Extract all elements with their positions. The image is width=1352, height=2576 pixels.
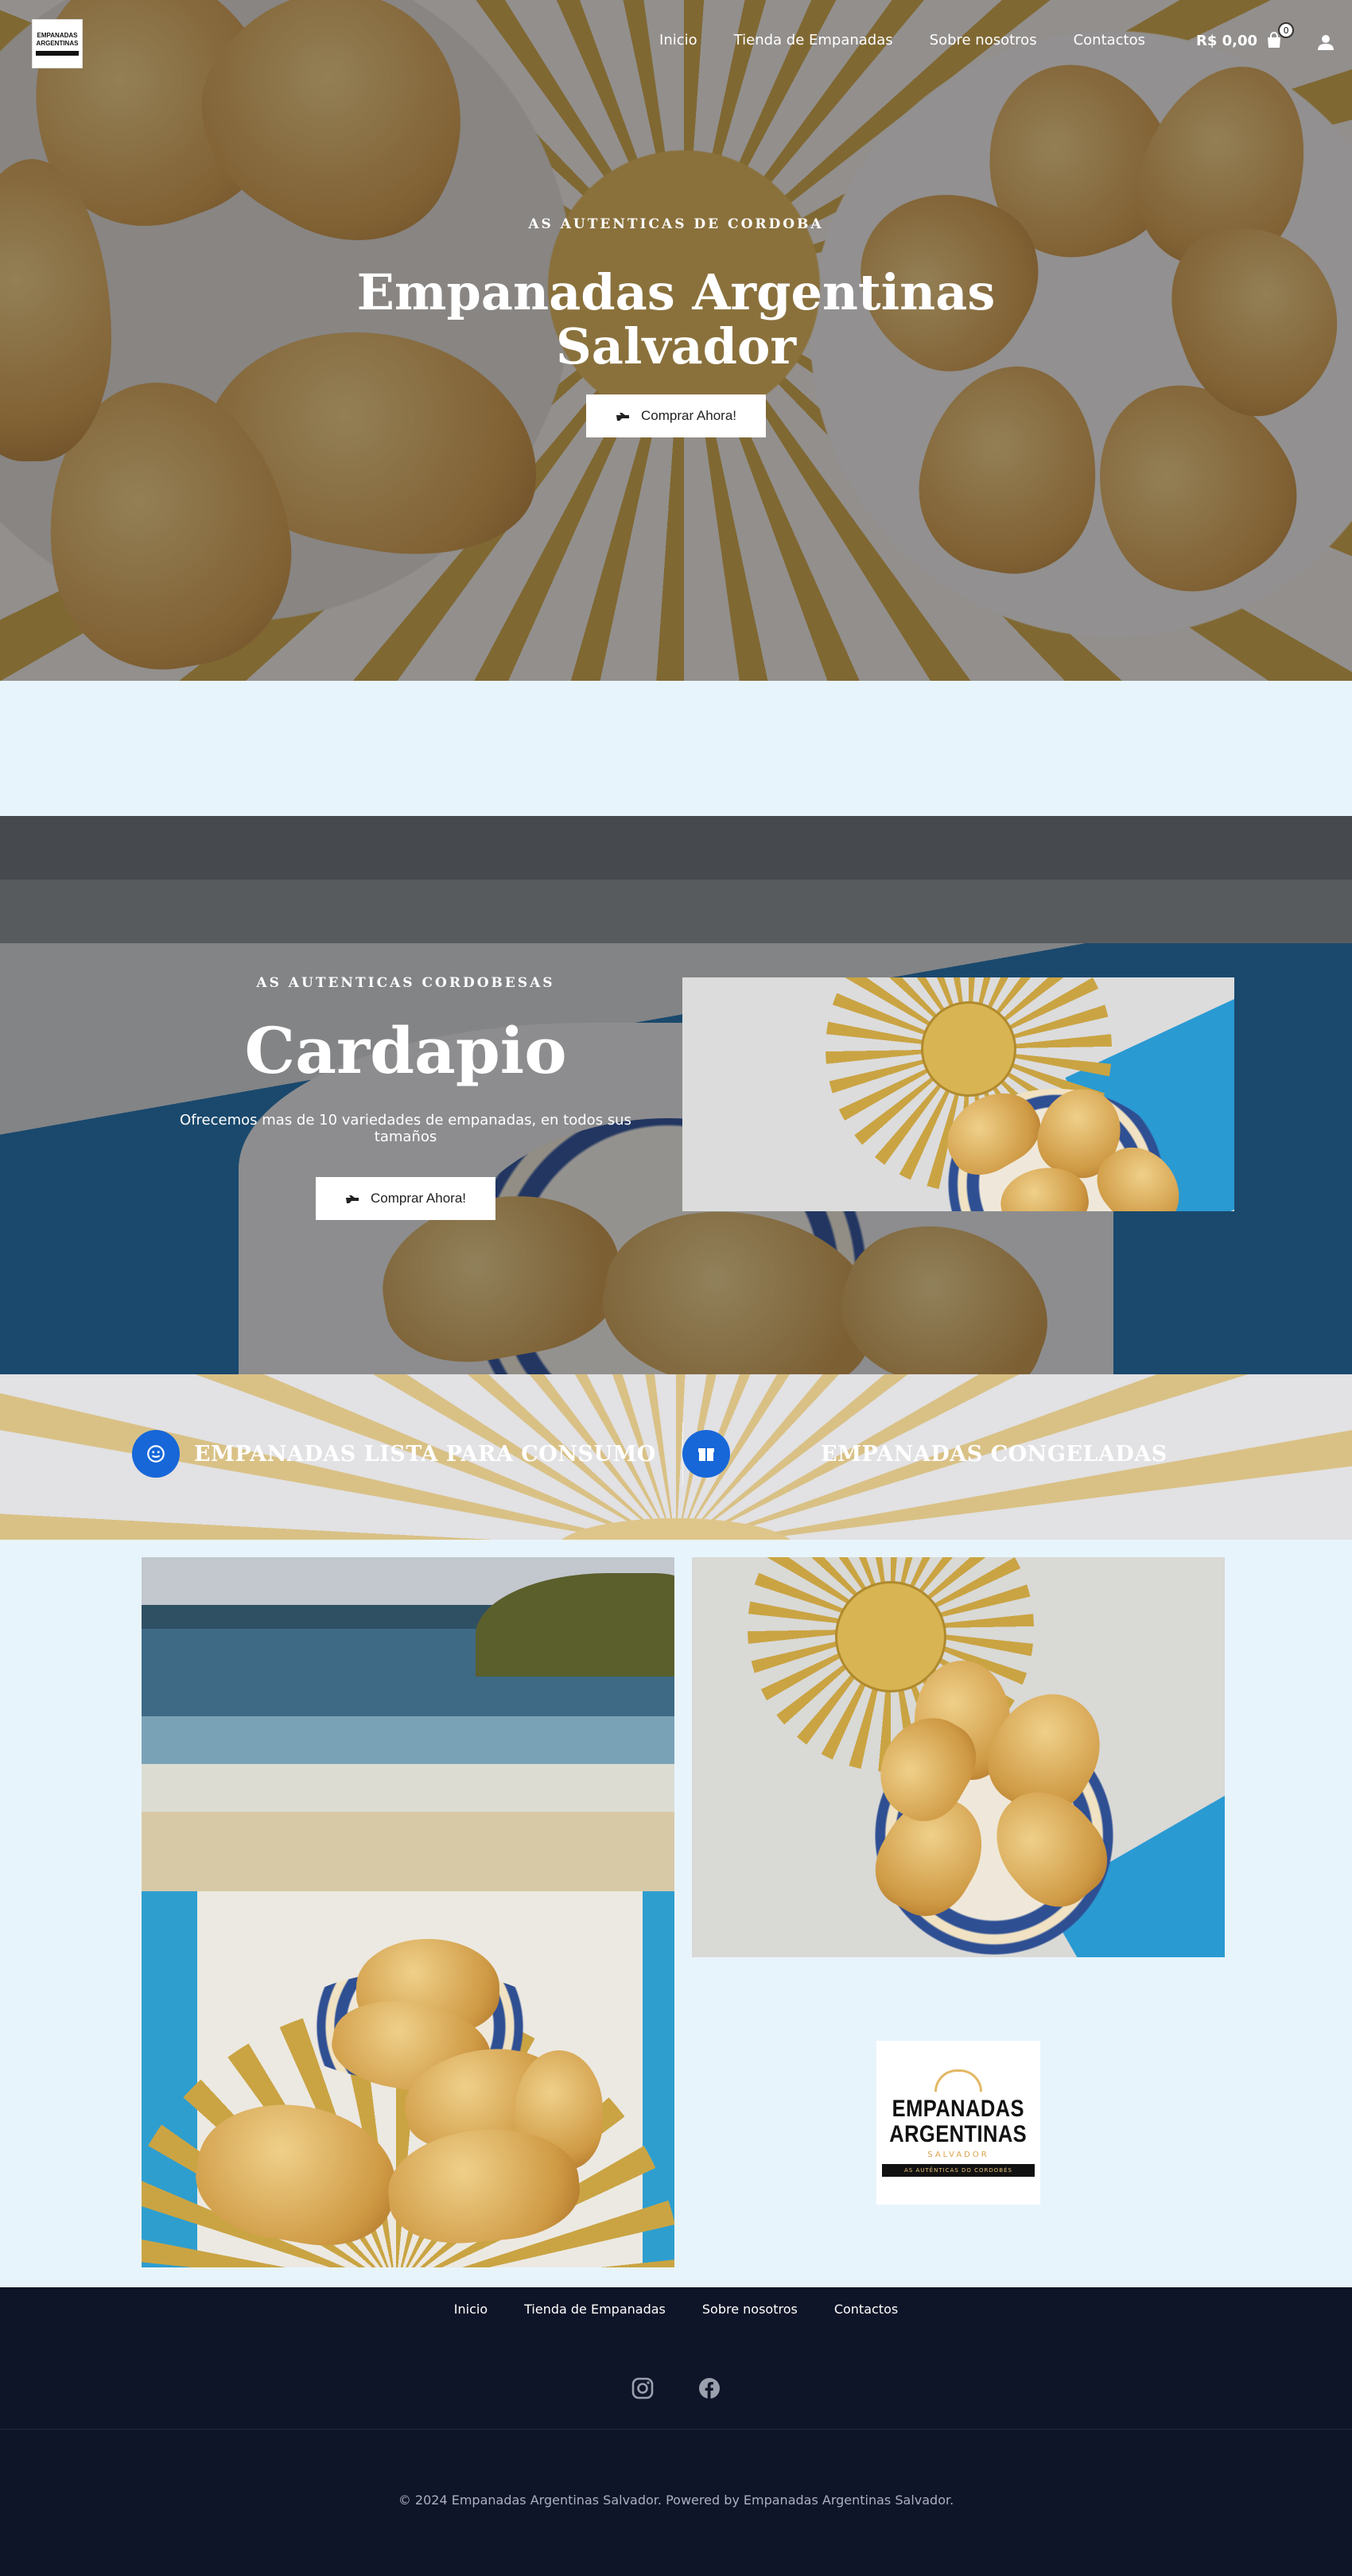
nav-tienda[interactable]: Tienda de Empanadas (734, 32, 893, 49)
logo-tagline: AS AUTÊNTICAS DO CORDOBÉS (882, 2163, 1035, 2177)
menu-buy-label: Comprar Ahora! (371, 1191, 466, 1206)
brand-logo-card: EMPANADAS ARGENTINAS SALVADOR AS AUTÊNTI… (876, 2041, 1040, 2205)
hero-buy-label: Comprar Ahora! (641, 408, 736, 423)
copyright-text: © 2024 Empanadas Argentinas Salvador. Po… (398, 2492, 954, 2508)
shopping-bag-icon[interactable]: 0 (1265, 22, 1295, 49)
nav-sobre-nosotros[interactable]: Sobre nosotros (930, 32, 1037, 49)
menu-photo (682, 977, 1234, 1211)
site-header: EMPANADAS ARGENTINAS Inicio Tienda de Em… (0, 0, 1352, 87)
footer-nav-tienda[interactable]: Tienda de Empanadas (524, 2302, 666, 2317)
site-logo-text: EMPANADAS ARGENTINAS (36, 32, 79, 47)
main-nav: Inicio Tienda de Empanadas Sobre nosotro… (659, 32, 1145, 49)
category-ready-label: EMPANADAS LISTA PARA CONSUMO (194, 1441, 656, 1467)
gift-box-icon (682, 1430, 730, 1478)
user-account-icon[interactable] (1317, 33, 1335, 51)
sun-face (921, 1001, 1016, 1097)
logo-city: SALVADOR (927, 2150, 989, 2159)
menu-text: AS AUTENTICAS CORDOBESAS Cardapio Ofrece… (151, 975, 660, 1220)
site-footer: Inicio Tienda de Empanadas Sobre nosotro… (0, 2287, 1352, 2576)
cart-count-badge: 0 (1278, 22, 1295, 38)
hero-eyebrow: AS AUTENTICAS DE CORDOBA (528, 216, 824, 232)
menu-eyebrow: AS AUTENTICAS CORDOBESAS (256, 975, 555, 991)
cart-total: R$ 0,00 (1196, 32, 1258, 49)
site-logo[interactable]: EMPANADAS ARGENTINAS (32, 19, 83, 68)
menu-buy-button[interactable]: Comprar Ahora! (316, 1177, 495, 1220)
instagram-icon[interactable] (631, 2376, 655, 2400)
facebook-icon[interactable] (697, 2376, 721, 2400)
hero-title-line1: Empanadas Argentinas (356, 263, 996, 321)
category-band: EMPANADAS LISTA PARA CONSUMO EMPANADAS C… (0, 1374, 1352, 1540)
site-logo-bar (36, 51, 79, 56)
category-ready-to-eat[interactable]: EMPANADAS LISTA PARA CONSUMO (132, 1430, 656, 1478)
hand-pointing-icon (346, 1195, 359, 1203)
hero-buy-button[interactable]: Comprar Ahora! (586, 394, 766, 437)
footer-nav-sobre-nosotros[interactable]: Sobre nosotros (702, 2302, 798, 2317)
social-links (0, 2376, 1352, 2400)
hero-title: Empanadas Argentinas Salvador (0, 266, 1352, 374)
cart-widget[interactable]: R$ 0,00 0 (1196, 22, 1295, 49)
logo-line1: EMPANADAS (892, 2095, 1025, 2122)
footer-nav: Inicio Tienda de Empanadas Sobre nosotro… (0, 2302, 1352, 2317)
hand-pointing-icon (616, 413, 629, 421)
gallery-photo-sun-plate (692, 1557, 1225, 1957)
category-frozen-label: EMPANADAS CONGELADAS (821, 1441, 1167, 1467)
gallery-photo-beach (142, 1557, 674, 2267)
smile-icon (132, 1430, 180, 1478)
nav-contactos[interactable]: Contactos (1074, 32, 1145, 49)
menu-title: Cardapio (244, 1013, 567, 1088)
footer-nav-contactos[interactable]: Contactos (834, 2302, 898, 2317)
nav-inicio[interactable]: Inicio (659, 32, 697, 49)
footer-nav-inicio[interactable]: Inicio (454, 2302, 488, 2317)
hero-section: AS AUTENTICAS DE CORDOBA Empanadas Argen… (0, 0, 1352, 681)
menu-section: AS AUTENTICAS CORDOBESAS Cardapio Ofrece… (0, 816, 1352, 1374)
logo-line2: ARGENTINAS (889, 2120, 1028, 2147)
menu-description: Ofrecemos mas de 10 variedades de empana… (180, 1112, 631, 1145)
hero-title-line2: Salvador (555, 317, 797, 375)
hero-content: AS AUTENTICAS DE CORDOBA Empanadas Argen… (0, 216, 1352, 437)
category-frozen[interactable]: EMPANADAS CONGELADAS (682, 1430, 1167, 1478)
footer-divider (0, 2429, 1352, 2430)
logo-sun-arc (934, 2069, 982, 2092)
